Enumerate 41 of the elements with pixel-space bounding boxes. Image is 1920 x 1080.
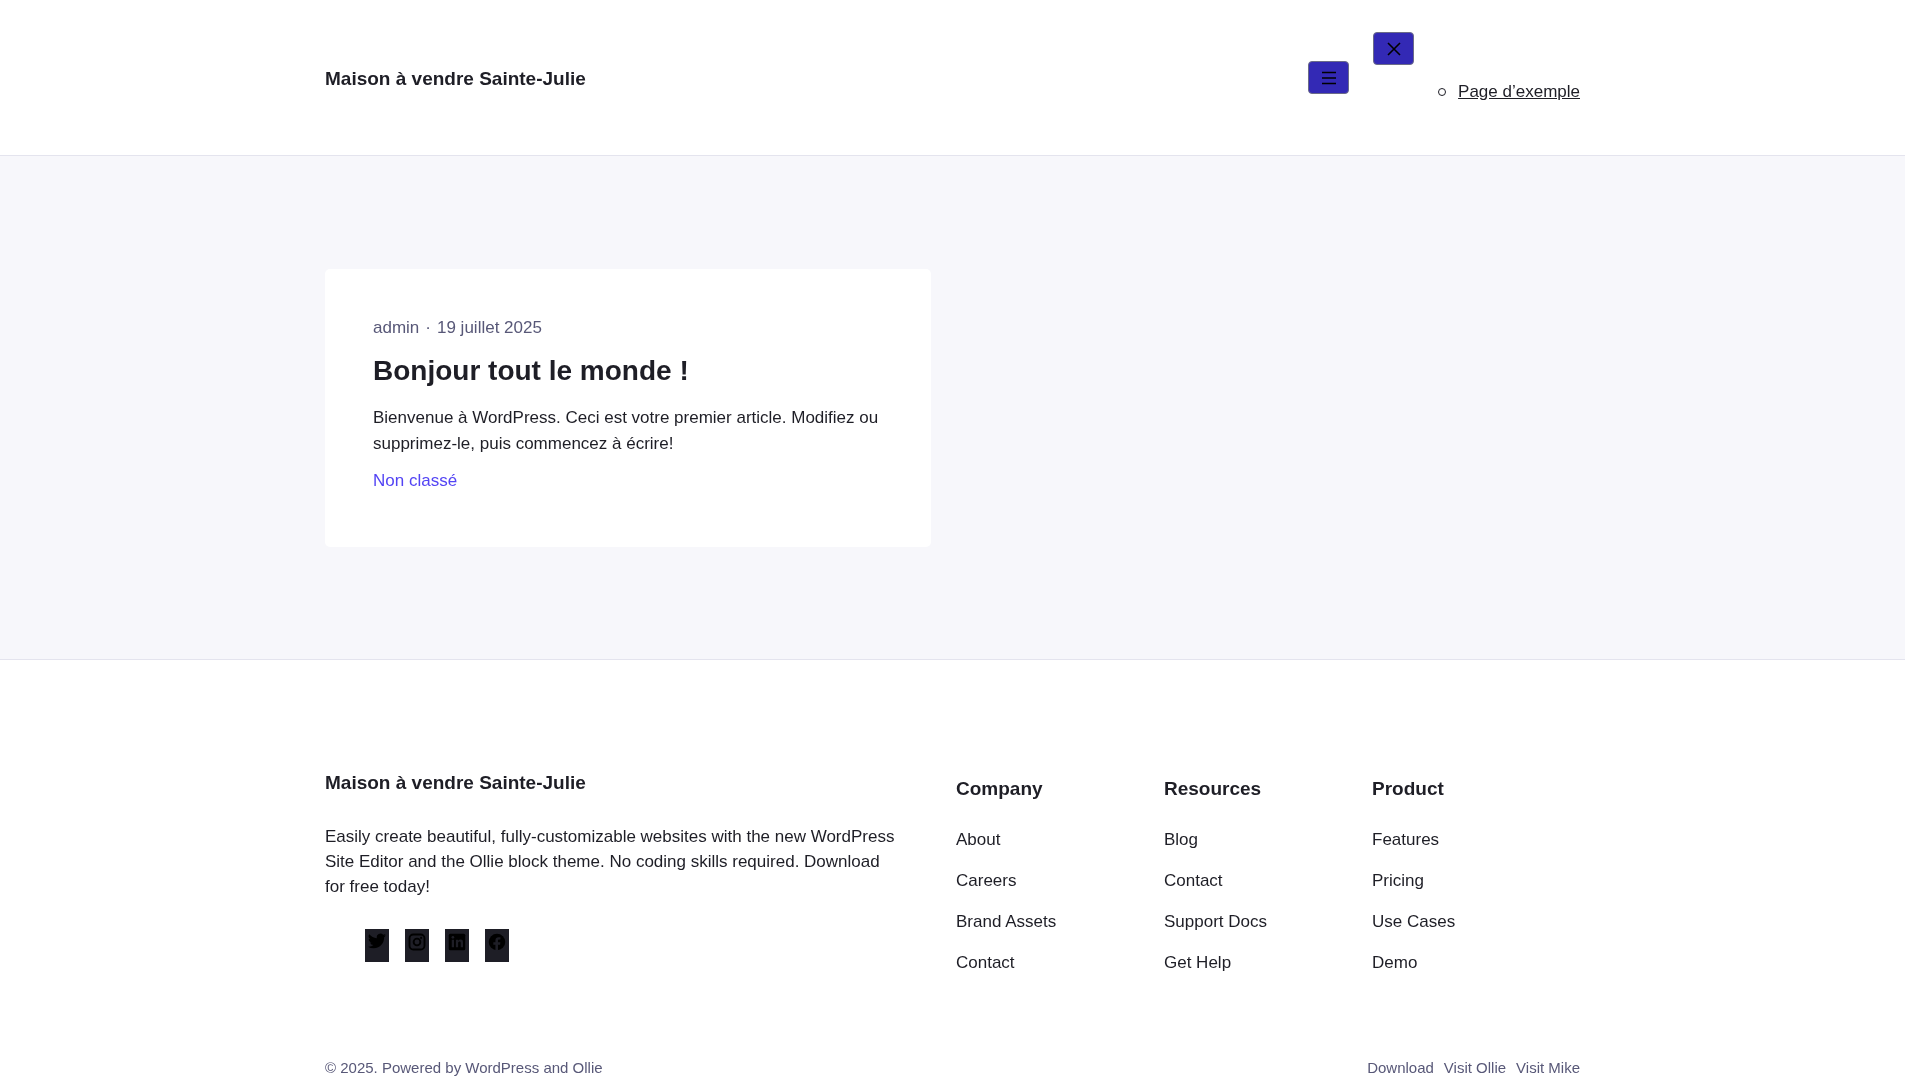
site-title[interactable]: Maison à vendre Sainte-Julie <box>325 68 586 89</box>
copyright-text: © 2025. Powered by WordPress and Ollie <box>325 1059 603 1076</box>
social-link[interactable] <box>365 929 389 962</box>
footer-link[interactable]: Blog <box>1164 830 1372 850</box>
footer-column-heading: Resources <box>1164 778 1263 800</box>
footer-link[interactable]: Use Cases <box>1372 912 1580 932</box>
footer-link[interactable]: Get Help <box>1164 953 1372 973</box>
footer-link[interactable]: About <box>956 830 1164 850</box>
bottom-link[interactable]: Download <box>1367 1059 1434 1076</box>
footer-link[interactable]: Contact <box>1164 871 1372 891</box>
footer-column-heading: Company <box>956 778 1044 800</box>
bottom-link[interactable]: Visit Mike <box>1516 1059 1580 1076</box>
footer-link[interactable]: Contact <box>956 953 1164 973</box>
instagram-icon <box>408 933 426 951</box>
footer-link[interactable]: Support Docs <box>1164 912 1372 932</box>
menu-button[interactable] <box>1308 61 1350 94</box>
close-icon <box>1386 41 1401 56</box>
facebook-icon <box>488 933 506 951</box>
footer-site-title[interactable]: Maison à vendre Sainte-Julie <box>325 772 896 794</box>
nav-link[interactable]: Page d’exemple <box>1458 82 1580 102</box>
social-link[interactable] <box>445 929 469 962</box>
post-author: admin <box>373 318 420 338</box>
footer-link[interactable]: Features <box>1372 830 1580 850</box>
social-link[interactable] <box>485 929 509 962</box>
footer-description: Easily create beautiful, fully-customizable websites with the new WordPress Site Editor and the Ollie block theme. No coding skills required. Download for free today! <box>325 826 896 898</box>
linkedin-icon <box>448 933 466 951</box>
footer-link[interactable]: Demo <box>1372 953 1580 973</box>
bottom-link[interactable]: Visit Ollie <box>1443 1059 1507 1076</box>
twitter-icon <box>368 933 386 949</box>
category-link[interactable]: Non classé <box>373 471 458 490</box>
footer-link[interactable]: Careers <box>956 871 1164 891</box>
footer-link[interactable]: Pricing <box>1372 871 1580 891</box>
close-button[interactable] <box>1373 32 1415 65</box>
footer-link[interactable]: Brand Assets <box>956 912 1164 932</box>
post-date: 19 juillet 2025 <box>437 318 542 338</box>
post-title: Bonjour tout le monde ! <box>373 355 690 387</box>
meta-separator: · <box>425 318 431 338</box>
footer-column-heading: Product <box>1372 778 1445 800</box>
post-excerpt: Bienvenue à WordPress. Ceci est votre premier article. Modifiez ou supprimez-le, puis commencez à écrire! <box>373 407 880 455</box>
menu-icon <box>1320 70 1337 85</box>
social-link[interactable] <box>405 929 429 962</box>
